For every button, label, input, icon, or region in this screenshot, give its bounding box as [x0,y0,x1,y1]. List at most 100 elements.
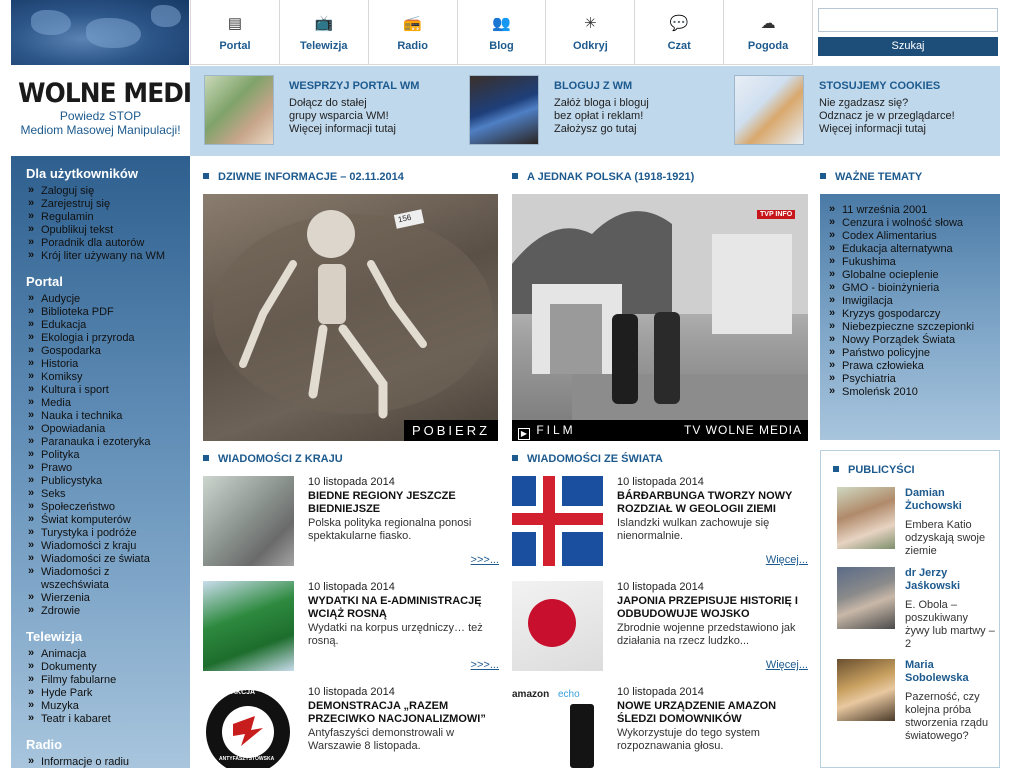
sidebar-item-polityka[interactable]: Polityka [26,448,176,462]
read-more-link[interactable]: Więcej... [766,659,808,671]
sidebar-item-hyde-park[interactable]: Hyde Park [26,686,176,700]
publicist-2[interactable]: dr Jerzy Jaśkowski E. Obola – poszukiwan… [837,567,997,650]
read-more-link[interactable]: >>>... [471,659,499,671]
news-title[interactable]: Biedne regiony jeszcze biedniejsze [308,490,498,516]
news-item-kraj-2[interactable]: 10 listopada 2014 Wydatki na e-administr… [203,581,499,671]
sidebar-item-prawo[interactable]: Prawo [26,461,176,475]
avatar[interactable] [837,487,895,549]
promo-support[interactable]: WESPRZYJ PORTAL WM Dołącz do stałej grupy… [204,75,454,147]
nav-telewizja[interactable]: 📺 Telewizja [279,0,369,65]
nav-pogoda[interactable]: ☁ Pogoda [724,0,814,65]
section-head-kraj[interactable]: WIADOMOŚCI Z KRAJU [203,453,343,465]
topic-item-gmo-bioinzynieria[interactable]: GMO - bioinżynieria [828,281,1000,295]
news-title[interactable]: Wydatki na e-administrację wciąż rosną [308,595,498,621]
feature-image-historic[interactable]: TVP INFO ▶ FILM TV WOLNE MEDIA [512,194,808,441]
sidebar-item-edukacja[interactable]: Edukacja [26,318,176,332]
sidebar-item-teatr-i-kabaret[interactable]: Teatr i kabaret [26,712,176,726]
avatar[interactable] [837,659,895,721]
publicist-article[interactable]: Embera Katio odzyskają swoje ziemie [905,519,995,558]
sidebar-item-animacja[interactable]: Animacja [26,647,176,661]
topic-item-edukacja-alternatywna[interactable]: Edukacja alternatywna [828,242,1000,256]
publicist-name[interactable]: Damian Żuchowski [905,487,995,513]
nav-radio[interactable]: 📻 Radio [368,0,458,65]
nav-czat[interactable]: 💬 Czat [635,0,725,65]
promo-cookies[interactable]: STOSUJEMY COOKIES Nie zgadzasz się? Odzna… [734,75,994,147]
topic-item-psychiatria[interactable]: Psychiatria [828,372,1000,386]
section-head-feat1[interactable]: DZIWNE INFORMACJE – 02.11.2014 [203,171,404,183]
sidebar-item-paranauka-i-ezoteryka[interactable]: Paranauka i ezoteryka [26,435,176,449]
topic-item-nowy-porzadek-swiata[interactable]: Nowy Porządek Świata [828,333,1000,347]
sidebar-item-historia[interactable]: Historia [26,357,176,371]
sidebar-item-nauka-i-technika[interactable]: Nauka i technika [26,409,176,423]
topic-item-11-wrzesnia-2001[interactable]: 11 września 2001 [828,203,1000,217]
section-head-feat2[interactable]: A JEDNAK POLSKA (1918-1921) [512,171,694,183]
search-input[interactable] [818,8,998,32]
sidebar-item-zaloguj-sie[interactable]: Zaloguj się [26,184,176,198]
topic-item-codex-alimentarius[interactable]: Codex Alimentarius [828,229,1000,243]
sidebar-item-spoleczenstwo[interactable]: Społeczeństwo [26,500,176,514]
sidebar-item-audycje[interactable]: Audycje [26,292,176,306]
sidebar-item-informacje-o-radiu[interactable]: Informacje o radiu [26,755,176,768]
sidebar-item-kroj-liter-uzywany-na-wm[interactable]: Krój liter używany na WM [26,249,176,263]
publicist-name[interactable]: dr Jerzy Jaśkowski [905,567,995,593]
news-title[interactable]: Nowe urządzenie Amazon śledzi domowników [617,700,807,726]
news-item-kraj-3[interactable]: AKCJA ANTYFASZYSTOWSKA 10 listopada 2014… [203,686,499,768]
news-item-swiat-2[interactable]: 10 listopada 2014 Japonia przepisuje his… [512,581,808,671]
sidebar-item-zdrowie[interactable]: Zdrowie [26,604,176,618]
feature-image-skeleton[interactable]: 156 POBIERZ [203,194,498,441]
topic-item-inwigilacja[interactable]: Inwigilacja [828,294,1000,308]
topic-item-kryzys-gospodarczy[interactable]: Kryzys gospodarczy [828,307,1000,321]
news-item-swiat-1[interactable]: 10 listopada 2014 Bárðarbunga tworzy now… [512,476,808,566]
sidebar-item-media[interactable]: Media [26,396,176,410]
avatar[interactable] [837,567,895,629]
sidebar-item-publicystyka[interactable]: Publicystyka [26,474,176,488]
publicist-article[interactable]: E. Obola – poszukiwany żywy lub martwy –… [905,599,995,651]
search-button[interactable]: Szukaj [818,37,998,56]
nav-blog[interactable]: 👥 Blog [457,0,547,65]
sidebar-item-biblioteka-pdf[interactable]: Biblioteka PDF [26,305,176,319]
sidebar-item-seks[interactable]: Seks [26,487,176,501]
news-title[interactable]: Demonstracja „Razem przeciwko nacjonaliz… [308,700,498,726]
nav-portal[interactable]: ▤ Portal [190,0,280,65]
play-icon[interactable]: ▶ [518,428,530,440]
sidebar-item-opublikuj-tekst[interactable]: Opublikuj tekst [26,223,176,237]
sidebar-item-gospodarka[interactable]: Gospodarka [26,344,176,358]
topic-item-fukushima[interactable]: Fukushima [828,255,1000,269]
sidebar-item-filmy-fabularne[interactable]: Filmy fabularne [26,673,176,687]
news-title[interactable]: Japonia przepisuje historię i odbudowuje… [617,595,807,621]
publicist-name[interactable]: Maria Sobolewska [905,659,995,685]
news-title[interactable]: Bárðarbunga tworzy nowy rozdział w geolo… [617,490,807,516]
news-item-swiat-3[interactable]: amazon echo 10 listopada 2014 Nowe urząd… [512,686,808,768]
topic-item-cenzura-i-wolnosc-slowa[interactable]: Cenzura i wolność słowa [828,216,1000,230]
sidebar-item-swiat-komputerow[interactable]: Świat komputerów [26,513,176,527]
publicist-1[interactable]: Damian Żuchowski Embera Katio odzyskają … [837,487,997,559]
topic-item-globalne-ocieplenie[interactable]: Globalne ocieplenie [828,268,1000,282]
news-item-kraj-1[interactable]: 10 listopada 2014 Biedne regiony jeszcze… [203,476,499,566]
sidebar-item-ekologia-i-przyroda[interactable]: Ekologia i przyroda [26,331,176,345]
sidebar-item-dokumenty[interactable]: Dokumenty [26,660,176,674]
film-overlay[interactable]: ▶ FILM TV WOLNE MEDIA [512,420,808,441]
sidebar-item-opowiadania[interactable]: Opowiadania [26,422,176,436]
read-more-link[interactable]: Więcej... [766,554,808,566]
sidebar-item-regulamin[interactable]: Regulamin [26,210,176,224]
read-more-link[interactable]: >>>... [471,554,499,566]
sidebar-item-kultura-i-sport[interactable]: Kultura i sport [26,383,176,397]
section-head-swiat[interactable]: WIADOMOŚCI ZE ŚWIATA [512,453,663,465]
topic-item-niebezpieczne-szczepionki[interactable]: Niebezpieczne szczepionki [828,320,1000,334]
sidebar-item-wiadomosci-z-wszechswiata[interactable]: Wiadomości z wszechświata [26,565,176,592]
topic-item-prawa-czlowieka[interactable]: Prawa człowieka [828,359,1000,373]
sidebar-item-wiadomosci-z-kraju[interactable]: Wiadomości z kraju [26,539,176,553]
sidebar-item-zarejestruj-sie[interactable]: Zarejestruj się [26,197,176,211]
sidebar-item-turystyka-i-podroze[interactable]: Turystyka i podróże [26,526,176,540]
site-logo[interactable]: WOLNE MEDIA Powiedz STOP Mediom Masowej … [11,66,210,156]
sidebar-item-muzyka[interactable]: Muzyka [26,699,176,713]
download-overlay[interactable]: POBIERZ [404,420,498,441]
sidebar-item-wierzenia[interactable]: Wierzenia [26,591,176,605]
topic-item-smolensk-2010[interactable]: Smoleńsk 2010 [828,385,1000,399]
promo-blog[interactable]: BLOGUJ Z WM Załóż bloga i bloguj bez opła… [469,75,719,147]
sidebar-item-poradnik-dla-autorow[interactable]: Poradnik dla autorów [26,236,176,250]
topic-item-panstwo-policyjne[interactable]: Państwo policyjne [828,346,1000,360]
publicist-3[interactable]: Maria Sobolewska Pazerność, czy kolejna … [837,659,997,749]
sidebar-item-komiksy[interactable]: Komiksy [26,370,176,384]
publicist-article[interactable]: Pazerność, czy kolejna próba stworzenia … [905,691,995,743]
